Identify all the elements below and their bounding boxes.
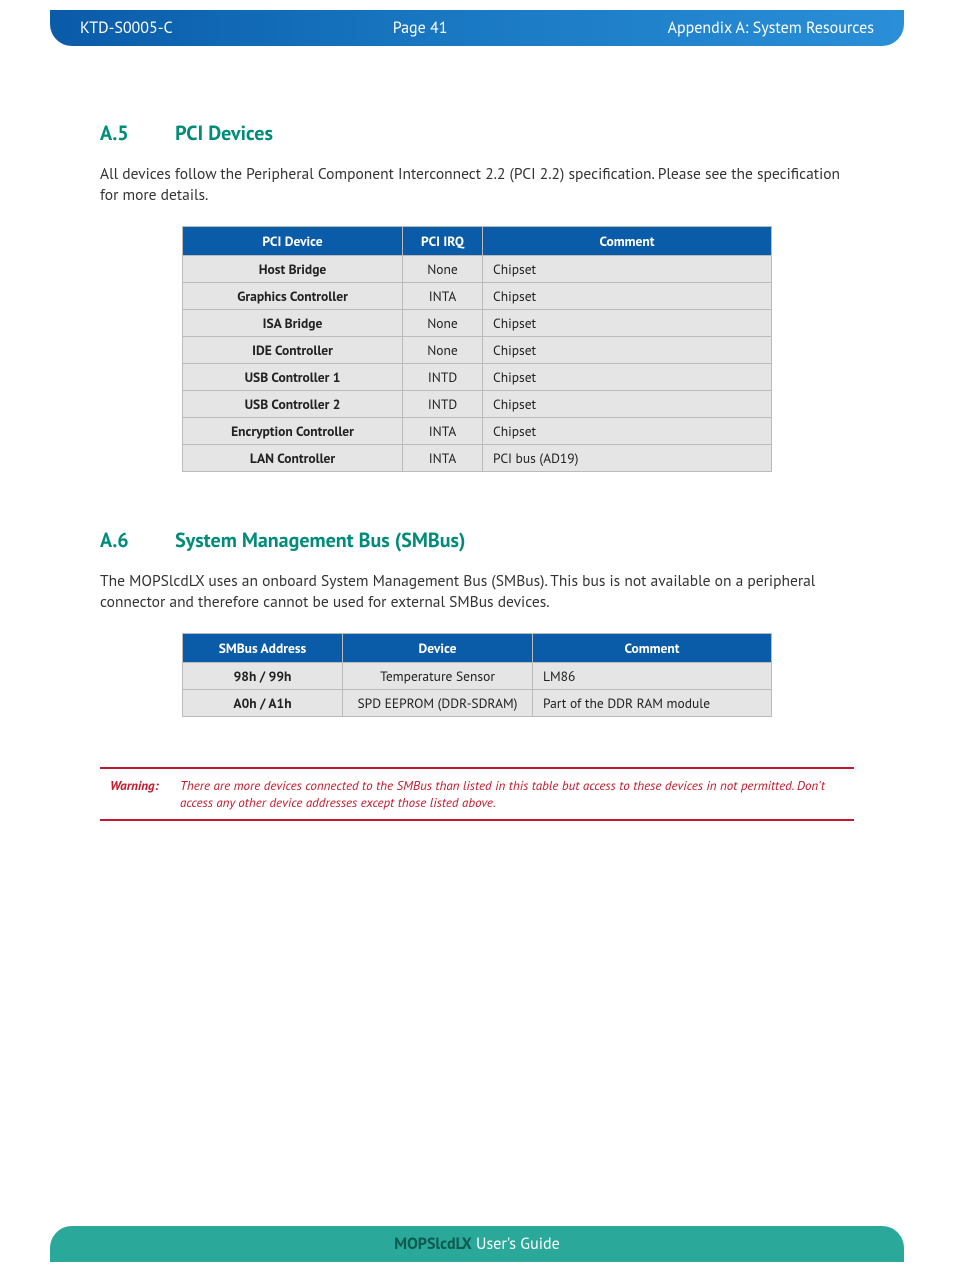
cell-device: USB Controller 1 [183, 363, 403, 390]
section-number: A.5 [100, 120, 170, 146]
table-row: 98h / 99hTemperature SensorLM86 [183, 662, 772, 689]
cell-comment: PCI bus (AD19) [483, 444, 772, 471]
cell-device: Encryption Controller [183, 417, 403, 444]
table-row: Host BridgeNoneChipset [183, 255, 772, 282]
cell-address: A0h / A1h [183, 689, 343, 716]
cell-device: Temperature Sensor [343, 662, 533, 689]
table-row: Encryption ControllerINTAChipset [183, 417, 772, 444]
cell-irq: None [403, 336, 483, 363]
page-content: A.5 PCI Devices All devices follow the P… [100, 120, 854, 821]
table-row: LAN ControllerINTAPCI bus (AD19) [183, 444, 772, 471]
smbus-table: SMBus Address Device Comment 98h / 99hTe… [182, 633, 772, 717]
section-number: A.6 [100, 527, 170, 553]
cell-comment: Chipset [483, 417, 772, 444]
cell-address: 98h / 99h [183, 662, 343, 689]
col-comment: Comment [483, 226, 772, 255]
cell-irq: INTA [403, 282, 483, 309]
pci-devices-table: PCI Device PCI IRQ Comment Host BridgeNo… [182, 226, 772, 472]
col-comment: Comment [533, 633, 772, 662]
page-header: KTD-S0005-C Page 41 Appendix A: System R… [50, 10, 904, 46]
warning-text: There are more devices connected to the … [180, 777, 854, 811]
cell-comment: Chipset [483, 390, 772, 417]
footer-product: MOPSlcdLX [394, 1234, 472, 1254]
section-a5-heading: A.5 PCI Devices [100, 120, 854, 146]
page-footer: MOPSlcdLX User's Guide [50, 1226, 904, 1262]
footer-guide: User's Guide [472, 1234, 560, 1254]
cell-comment: Chipset [483, 336, 772, 363]
cell-irq: INTA [403, 444, 483, 471]
cell-device: USB Controller 2 [183, 390, 403, 417]
cell-device: LAN Controller [183, 444, 403, 471]
cell-comment: Chipset [483, 363, 772, 390]
section-a6-heading: A.6 System Management Bus (SMBus) [100, 527, 854, 553]
cell-comment: LM86 [533, 662, 772, 689]
cell-device: Graphics Controller [183, 282, 403, 309]
cell-device: Host Bridge [183, 255, 403, 282]
table-row: USB Controller 2INTDChipset [183, 390, 772, 417]
section-a5-text: All devices follow the Peripheral Compon… [100, 164, 854, 206]
cell-comment: Chipset [483, 309, 772, 336]
warning-box: Warning: There are more devices connecte… [100, 767, 854, 821]
page-number: Page 41 [393, 18, 448, 38]
cell-comment: Part of the DDR RAM module [533, 689, 772, 716]
cell-irq: INTD [403, 390, 483, 417]
section-title: System Management Bus (SMBus) [175, 527, 465, 553]
cell-device: SPD EEPROM (DDR-SDRAM) [343, 689, 533, 716]
col-pci-device: PCI Device [183, 226, 403, 255]
cell-irq: None [403, 255, 483, 282]
cell-comment: Chipset [483, 282, 772, 309]
cell-comment: Chipset [483, 255, 772, 282]
col-smbus-address: SMBus Address [183, 633, 343, 662]
col-device: Device [343, 633, 533, 662]
warning-label: Warning: [100, 777, 180, 811]
table-row: USB Controller 1INTDChipset [183, 363, 772, 390]
cell-device: IDE Controller [183, 336, 403, 363]
section-title: PCI Devices [175, 120, 273, 146]
doc-id: KTD-S0005-C [80, 18, 173, 38]
appendix-title: Appendix A: System Resources [668, 18, 874, 38]
cell-irq: INTD [403, 363, 483, 390]
table-row: ISA BridgeNoneChipset [183, 309, 772, 336]
table-row: A0h / A1hSPD EEPROM (DDR-SDRAM)Part of t… [183, 689, 772, 716]
table-row: IDE ControllerNoneChipset [183, 336, 772, 363]
col-pci-irq: PCI IRQ [403, 226, 483, 255]
cell-device: ISA Bridge [183, 309, 403, 336]
cell-irq: None [403, 309, 483, 336]
section-a6-text: The MOPSlcdLX uses an onboard System Man… [100, 571, 854, 613]
cell-irq: INTA [403, 417, 483, 444]
table-row: Graphics ControllerINTAChipset [183, 282, 772, 309]
